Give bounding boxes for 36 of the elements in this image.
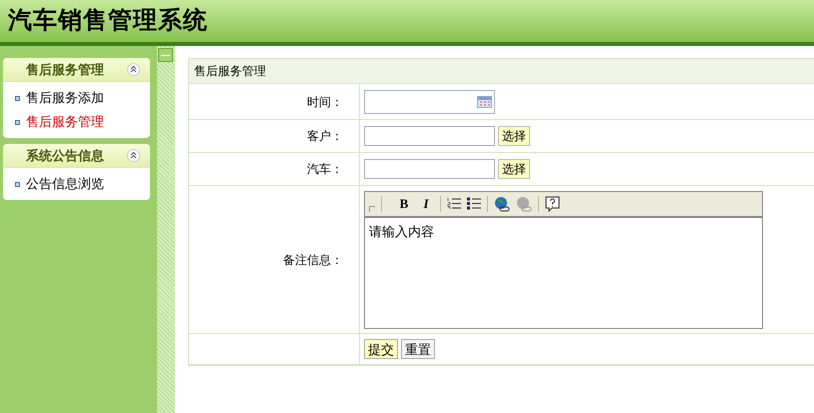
menu-header[interactable]: 系统公告信息	[3, 144, 150, 168]
field-label: 时间：	[307, 94, 343, 110]
select-button[interactable]: 选择	[498, 126, 530, 146]
bullet-icon	[15, 96, 20, 100]
menu-header-title: 售后服务管理	[25, 60, 105, 79]
calendar-icon[interactable]	[477, 96, 492, 108]
text-field[interactable]	[364, 126, 495, 146]
select-button[interactable]: 选择	[498, 159, 530, 179]
collapse-handle[interactable]	[158, 48, 173, 62]
field-label: 汽车：	[307, 161, 343, 178]
grip-icon	[369, 206, 375, 212]
bullet-list-icon[interactable]	[467, 197, 481, 210]
reset-button[interactable]: 重置	[401, 339, 435, 359]
italic-button[interactable]: I	[418, 194, 434, 214]
submit-button[interactable]: 提交	[364, 339, 398, 359]
menu-link[interactable]: 售后服务管理	[26, 112, 104, 132]
field-label: 备注信息：	[283, 252, 343, 268]
bold-button[interactable]: B	[396, 194, 412, 214]
date-field[interactable]	[364, 90, 495, 114]
help-icon[interactable]	[545, 196, 560, 212]
form-title: 售后服务管理	[194, 63, 266, 80]
text-field[interactable]	[364, 159, 495, 179]
bullet-icon	[15, 182, 20, 186]
globe-unlink-icon	[516, 196, 532, 212]
notes-textarea[interactable]: 请输入内容	[364, 218, 763, 328]
numbered-list-icon[interactable]	[447, 197, 461, 210]
menu-link[interactable]: 售后服务添加	[26, 88, 104, 108]
field-label: 客户：	[307, 128, 343, 145]
bullet-icon	[15, 120, 20, 124]
app-title: 汽车销售管理系统	[8, 6, 208, 36]
menu-header-title: 系统公告信息	[25, 146, 105, 165]
collapse-icon[interactable]	[127, 63, 140, 76]
globe-link-icon[interactable]	[494, 196, 510, 212]
menu-link[interactable]: 公告信息浏览	[26, 174, 104, 194]
menu-header[interactable]: 售后服务管理	[3, 58, 150, 82]
collapse-icon[interactable]	[127, 149, 140, 162]
